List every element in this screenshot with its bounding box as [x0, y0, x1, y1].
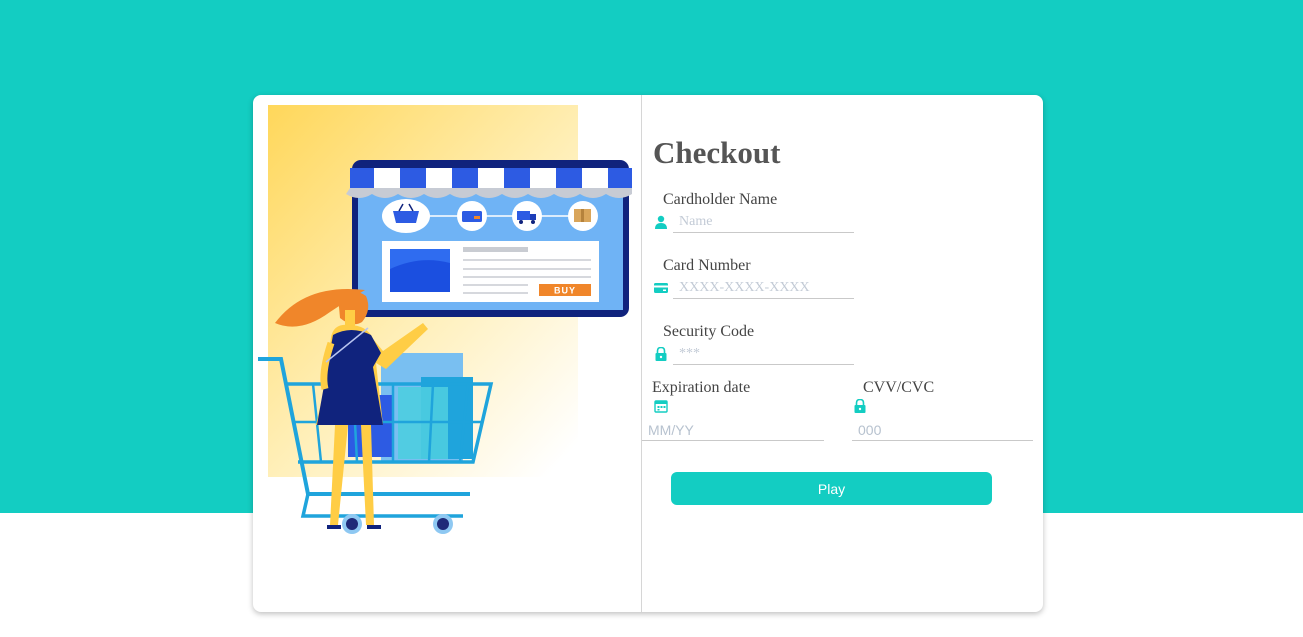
storefront-screen: BUY	[346, 160, 632, 317]
calendar-icon	[654, 400, 668, 413]
buy-label: BUY	[554, 286, 576, 296]
play-button[interactable]: Play	[671, 472, 992, 505]
checkout-form: Checkout Cardholder Name Card Number Sec…	[642, 95, 1043, 612]
security-code-label: Security Code	[663, 323, 755, 340]
awning	[346, 168, 632, 198]
user-icon	[655, 215, 667, 229]
expiration-label: Expiration date	[652, 379, 751, 396]
page-title: Checkout	[653, 135, 781, 170]
expiration-date-field[interactable]	[642, 419, 824, 441]
card-number-field[interactable]	[673, 277, 854, 299]
cardholder-name-field[interactable]	[673, 211, 854, 233]
card-number-label: Card Number	[663, 257, 751, 274]
delivery-truck-icon	[512, 201, 542, 231]
basket-icon	[382, 199, 430, 233]
credit-card-icon	[457, 201, 487, 231]
cvv-field[interactable]	[852, 419, 1033, 441]
lock-icon	[655, 347, 667, 361]
shopping-illustration: BUY	[258, 105, 632, 534]
cvv-label: CVV/CVC	[863, 379, 935, 396]
package-icon	[568, 201, 598, 231]
security-code-field[interactable]	[673, 343, 854, 365]
credit-card-icon	[654, 283, 668, 293]
cardholder-label: Cardholder Name	[663, 191, 778, 208]
checkout-card: BUY Checkout Cardholder Name Name Card N…	[253, 95, 1043, 612]
lock-icon	[854, 399, 866, 413]
